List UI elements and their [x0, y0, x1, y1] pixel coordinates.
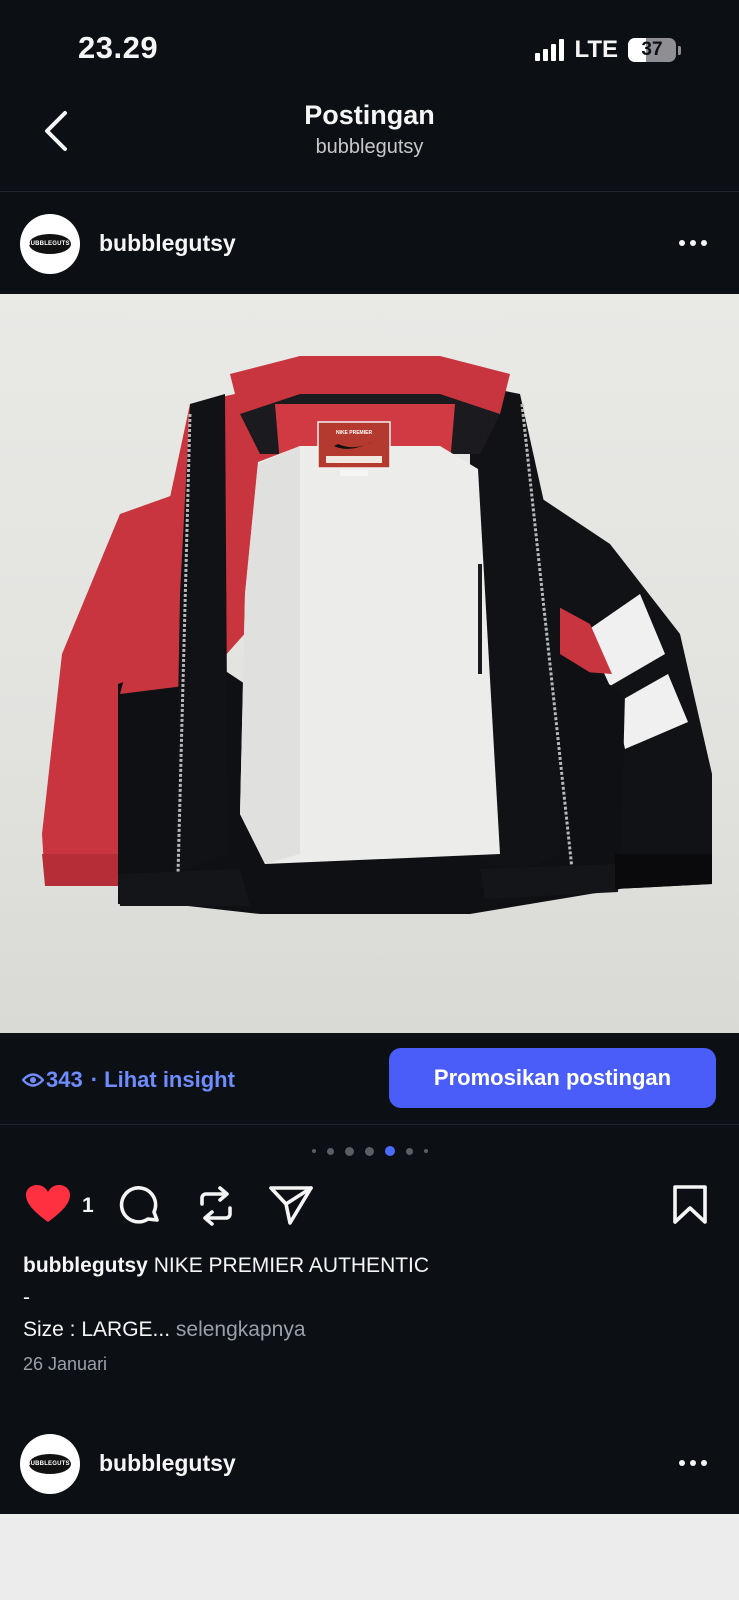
see-more-link[interactable]: selengkapnya [176, 1318, 306, 1341]
heart-icon [26, 1185, 70, 1222]
status-indicators: LTE 37 [535, 36, 681, 64]
carousel-dot [364, 1146, 374, 1156]
views-count: 343 [46, 1067, 83, 1092]
avatar[interactable]: BUBBLEGUTSY [20, 1434, 80, 1494]
carousel-dot-active [384, 1146, 395, 1156]
jacket-illustration: NIKE PREMIER [42, 356, 712, 914]
next-post-photo[interactable] [0, 1514, 739, 1600]
caption-text: NIKE PREMIER AUTHENTIC [153, 1254, 430, 1277]
carousel-dot [311, 1149, 316, 1153]
bookmark-icon [673, 1185, 707, 1224]
status-time: 23.29 [78, 30, 159, 65]
post-header: BUBBLEGUTSY bubblegutsy [0, 208, 739, 288]
network-label: LTE [574, 36, 618, 63]
carousel-dot [423, 1149, 428, 1153]
more-icon [679, 240, 685, 246]
share-button[interactable] [268, 1184, 314, 1226]
carousel-dot [326, 1147, 334, 1155]
more-options-button[interactable] [673, 228, 713, 258]
battery-icon: 37 [628, 38, 676, 62]
page-title: Postingan [304, 100, 435, 130]
caption-size: Size : LARGE... [23, 1318, 171, 1341]
post-date: 26 Januari [23, 1354, 108, 1374]
avatar[interactable]: BUBBLEGUTSY [20, 214, 80, 274]
page-header: Postingan bubblegutsy [0, 92, 739, 192]
comment-button[interactable] [118, 1184, 162, 1228]
avatar-logo: BUBBLEGUTSY [26, 234, 74, 254]
carousel-dot [344, 1146, 354, 1156]
carousel-indicator [0, 1146, 739, 1156]
more-options-button[interactable] [673, 1448, 713, 1478]
promote-post-button[interactable]: Promosikan postingan [389, 1048, 716, 1108]
post-username[interactable]: bubblegutsy [99, 1450, 236, 1477]
post-username[interactable]: bubblegutsy [99, 230, 236, 257]
repost-icon [200, 1186, 232, 1226]
insight-label: · Lihat insight [90, 1067, 235, 1092]
caption-username[interactable]: bubblegutsy [23, 1254, 148, 1277]
signal-icon [535, 39, 565, 61]
carousel-dot [405, 1147, 413, 1155]
send-icon [269, 1186, 313, 1225]
avatar-logo: BUBBLEGUTSY [26, 1454, 74, 1474]
insight-bar: 343 · Lihat insight Promosikan postingan [0, 1033, 739, 1125]
label-brand: NIKE PREMIER [336, 430, 373, 436]
comment-icon [119, 1186, 159, 1224]
battery-level: 37 [641, 39, 663, 60]
post-photo[interactable]: NIKE PREMIER [0, 294, 739, 1033]
repost-button[interactable] [196, 1184, 236, 1228]
like-button[interactable] [25, 1184, 71, 1224]
next-post-header: BUBBLEGUTSY bubblegutsy [0, 1428, 739, 1508]
post-caption: bubblegutsy NIKE PREMIER AUTHENTIC - Siz… [23, 1250, 723, 1346]
save-button[interactable] [672, 1184, 708, 1226]
page-subtitle: bubblegutsy [315, 136, 424, 158]
battery-cap [678, 45, 681, 55]
more-icon [679, 1460, 685, 1466]
status-bar: 23.29 LTE 37 [0, 0, 739, 100]
caption-line: - [23, 1286, 30, 1309]
view-insights-link[interactable]: 343 · Lihat insight [22, 1067, 235, 1093]
eye-icon [22, 1073, 44, 1087]
like-count[interactable]: 1 [82, 1194, 94, 1218]
post-actions: 1 [0, 1178, 739, 1234]
